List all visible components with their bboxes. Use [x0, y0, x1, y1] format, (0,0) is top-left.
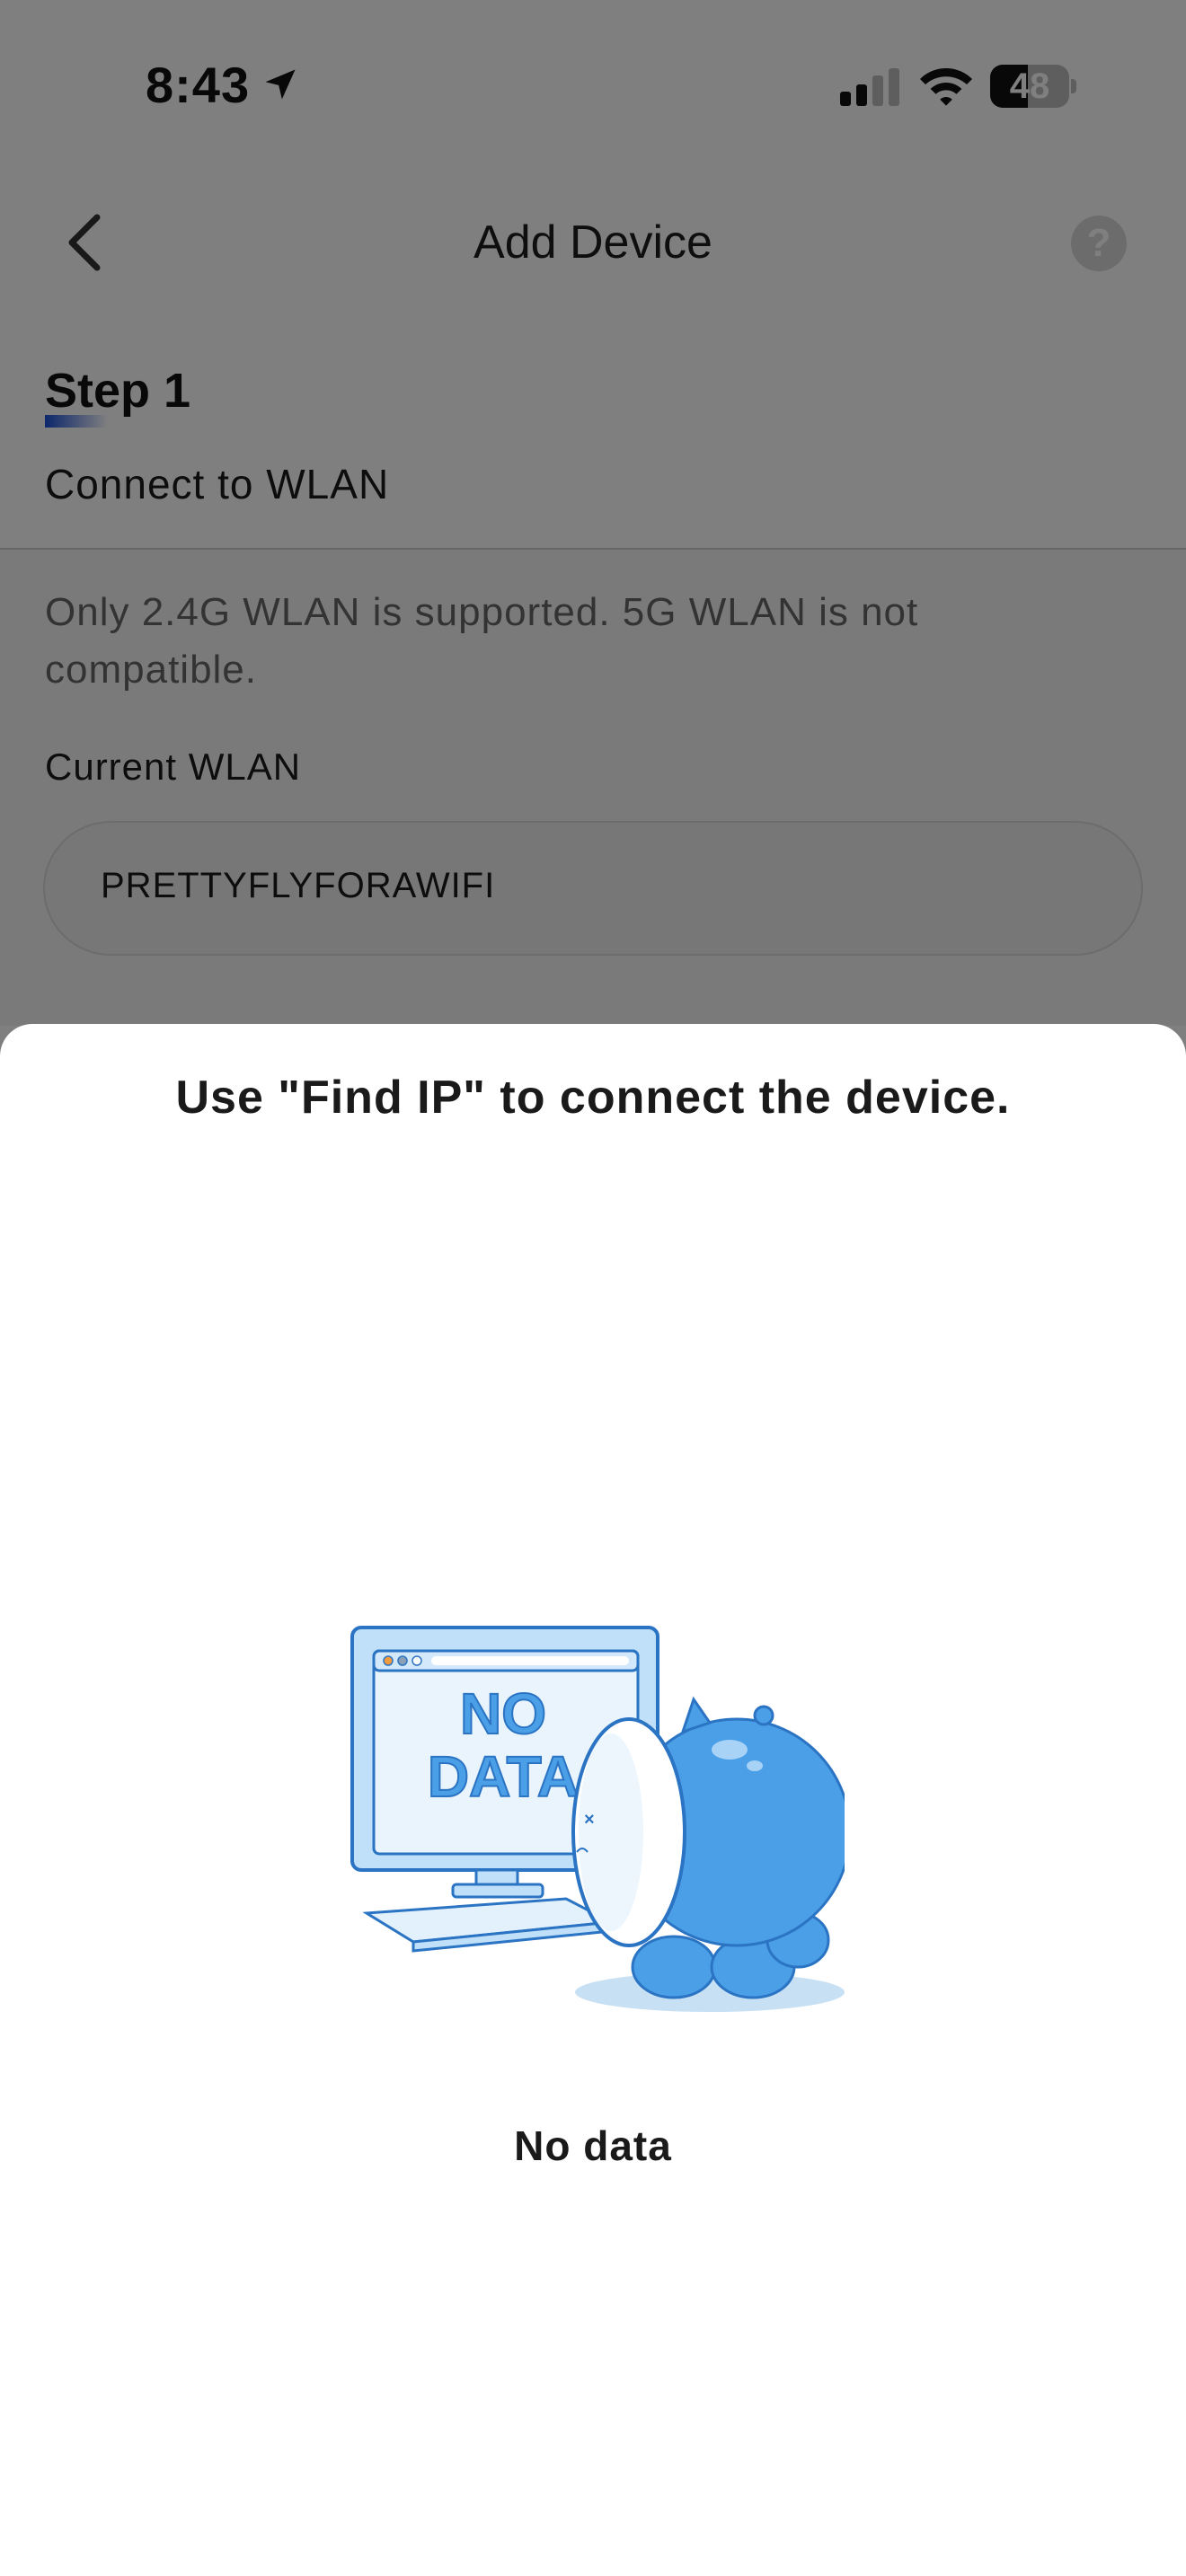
- sheet-title: Use "Find IP" to connect the device.: [175, 1072, 1011, 1124]
- illustration-text-data: DATA: [428, 1744, 579, 1809]
- bottom-sheet: Use "Find IP" to connect the device. NO …: [0, 1024, 1186, 2576]
- svg-text:×: ×: [584, 1810, 595, 1830]
- illustration-text-no: NO: [460, 1681, 546, 1746]
- no-data-illustration: NO DATA ×: [350, 1626, 845, 2012]
- empty-state-text: No data: [514, 2122, 672, 2169]
- screen: 8:43 48 Add Device ? S: [0, 0, 1186, 2576]
